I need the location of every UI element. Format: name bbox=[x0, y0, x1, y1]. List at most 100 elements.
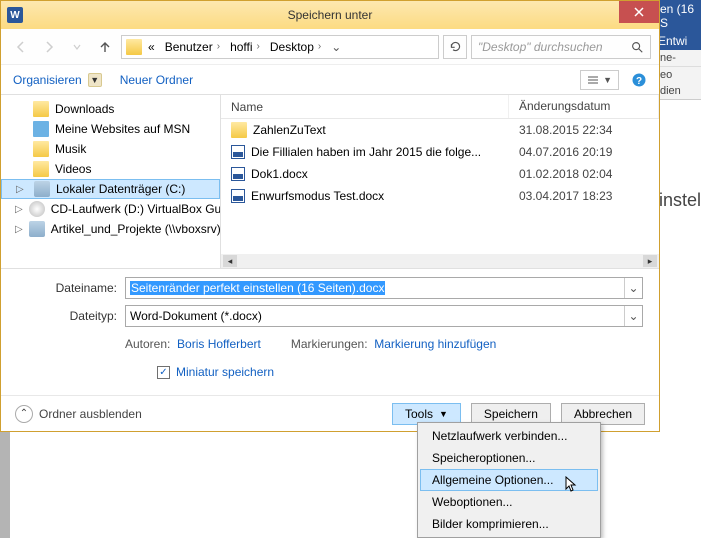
folder-icon bbox=[126, 39, 142, 55]
expand-caret-icon[interactable]: ▷ bbox=[16, 184, 28, 195]
blue-icon bbox=[33, 121, 49, 137]
tree-item-label: Lokaler Datenträger (C:) bbox=[56, 182, 185, 196]
file-date: 04.07.2016 20:19 bbox=[509, 145, 659, 159]
refresh-button[interactable] bbox=[443, 35, 467, 59]
yellow-icon bbox=[33, 141, 49, 157]
file-row[interactable]: Dok1.docx 01.02.2018 02:04 bbox=[221, 163, 659, 185]
chevron-down-icon bbox=[72, 42, 82, 52]
tree-item[interactable]: Videos bbox=[1, 159, 220, 179]
svg-text:?: ? bbox=[636, 76, 642, 87]
search-icon bbox=[630, 40, 644, 54]
word-doc-icon bbox=[231, 145, 245, 159]
menu-item[interactable]: Netzlaufwerk verbinden... bbox=[420, 425, 598, 447]
authors-label: Autoren: bbox=[125, 337, 170, 351]
thumbnail-label[interactable]: Miniatur speichern bbox=[176, 365, 274, 379]
word-doc-icon bbox=[231, 167, 245, 181]
tree-item-label: Meine Websites auf MSN bbox=[55, 122, 190, 136]
menu-item[interactable]: Allgemeine Optionen... bbox=[420, 469, 598, 491]
expand-caret-icon[interactable]: ▷ bbox=[15, 204, 23, 215]
tools-menu: Netzlaufwerk verbinden...Speicheroptione… bbox=[417, 422, 601, 538]
hide-folders-button[interactable]: ⌃ Ordner ausblenden bbox=[15, 405, 142, 423]
arrow-up-icon bbox=[98, 40, 112, 54]
titlebar[interactable]: W Speichern unter bbox=[1, 1, 659, 29]
breadcrumb-dropdown[interactable]: ⌄ bbox=[327, 40, 345, 54]
forward-button[interactable] bbox=[37, 35, 61, 59]
filetype-select[interactable]: Word-Dokument (*.docx) ⌄ bbox=[125, 305, 643, 327]
tree-item-label: Musik bbox=[55, 142, 86, 156]
search-placeholder: "Desktop" durchsuchen bbox=[478, 40, 603, 54]
scroll-right-icon[interactable]: ▸ bbox=[643, 255, 657, 267]
tags-label: Markierungen: bbox=[291, 337, 368, 351]
back-button[interactable] bbox=[9, 35, 33, 59]
filename-input[interactable]: Seitenränder perfekt einstellen (16 Seit… bbox=[125, 277, 643, 299]
toolbar: Organisieren ▼ Neuer Ordner ▼ ? bbox=[1, 65, 659, 95]
close-button[interactable] bbox=[619, 1, 659, 23]
organize-button[interactable]: Organisieren ▼ bbox=[13, 73, 102, 87]
breadcrumb[interactable]: « Benutzer› hoffi› Desktop› ⌄ bbox=[121, 35, 439, 59]
yellow-icon bbox=[33, 101, 49, 117]
bg-doc-title: en (16 S bbox=[656, 0, 701, 32]
cd-icon bbox=[29, 201, 45, 217]
tree-item[interactable]: ▷ Artikel_und_Projekte (\\vboxsrv) bbox=[1, 219, 220, 239]
new-folder-button[interactable]: Neuer Ordner bbox=[120, 73, 193, 87]
file-list-header[interactable]: Name Änderungsdatum bbox=[221, 95, 659, 119]
chevron-down-icon: ▼ bbox=[439, 409, 448, 419]
file-name: ZahlenZuText bbox=[253, 123, 326, 137]
filename-label: Dateiname: bbox=[17, 281, 117, 295]
file-date: 31.08.2015 22:34 bbox=[509, 123, 659, 137]
file-row[interactable]: ZahlenZuText 31.08.2015 22:34 bbox=[221, 119, 659, 141]
view-mode-button[interactable]: ▼ bbox=[580, 70, 619, 90]
close-icon bbox=[634, 7, 644, 17]
drive-icon bbox=[29, 221, 45, 237]
arrow-left-icon bbox=[13, 39, 29, 55]
dialog-title: Speichern unter bbox=[1, 8, 659, 22]
horizontal-scrollbar[interactable]: ◂ ▸ bbox=[221, 254, 659, 268]
scroll-left-icon[interactable]: ◂ bbox=[223, 255, 237, 267]
tags-add-link[interactable]: Markierung hinzufügen bbox=[374, 337, 496, 351]
bg-doc-text-1: instel bbox=[659, 190, 701, 211]
folder-icon bbox=[231, 122, 247, 138]
menu-item[interactable]: Weboptionen... bbox=[420, 491, 598, 513]
breadcrumb-seg[interactable]: hoffi› bbox=[226, 40, 264, 54]
search-input[interactable]: "Desktop" durchsuchen bbox=[471, 35, 651, 59]
file-date: 01.02.2018 02:04 bbox=[509, 167, 659, 181]
cursor-icon bbox=[565, 476, 577, 494]
recent-dropdown[interactable] bbox=[65, 35, 89, 59]
file-row[interactable]: Die Fillialen haben im Jahr 2015 die fol… bbox=[221, 141, 659, 163]
drive-icon bbox=[34, 181, 50, 197]
tree-item[interactable]: ▷ CD-Laufwerk (D:) VirtualBox Guest bbox=[1, 199, 220, 219]
tree-item-label: Artikel_und_Projekte (\\vboxsrv) bbox=[51, 222, 221, 236]
tree-item-label: CD-Laufwerk (D:) VirtualBox Guest bbox=[51, 202, 221, 216]
arrow-right-icon bbox=[41, 39, 57, 55]
breadcrumb-seg[interactable]: Benutzer› bbox=[161, 40, 224, 54]
tree-item[interactable]: Downloads bbox=[1, 99, 220, 119]
file-name: Dok1.docx bbox=[251, 167, 308, 181]
filename-dropdown[interactable]: ⌄ bbox=[624, 278, 642, 298]
tree-item[interactable]: Musik bbox=[1, 139, 220, 159]
file-list: Name Änderungsdatum ZahlenZuText 31.08.20… bbox=[221, 95, 659, 268]
file-name: Enwurfsmodus Test.docx bbox=[251, 189, 384, 203]
tree-item-label: Videos bbox=[55, 162, 91, 176]
expand-caret-icon[interactable]: ▷ bbox=[15, 224, 23, 235]
tree-item[interactable]: Meine Websites auf MSN bbox=[1, 119, 220, 139]
menu-item[interactable]: Bilder komprimieren... bbox=[420, 513, 598, 535]
chevron-down-icon: ▼ bbox=[88, 73, 102, 87]
bg-ribbon-tab: Entwi bbox=[656, 32, 701, 50]
tree-item[interactable]: ▷ Lokaler Datenträger (C:) bbox=[1, 179, 220, 199]
authors-value[interactable]: Boris Hofferbert bbox=[177, 337, 261, 351]
refresh-icon bbox=[449, 40, 462, 53]
menu-item[interactable]: Speicheroptionen... bbox=[420, 447, 598, 469]
file-row[interactable]: Enwurfsmodus Test.docx 03.04.2017 18:23 bbox=[221, 185, 659, 207]
filetype-label: Dateityp: bbox=[17, 309, 117, 323]
folder-tree[interactable]: Downloads Meine Websites auf MSN Musik Vide… bbox=[1, 95, 221, 268]
yellow-icon bbox=[33, 161, 49, 177]
file-date: 03.04.2017 18:23 bbox=[509, 189, 659, 203]
help-icon[interactable]: ? bbox=[631, 72, 647, 88]
breadcrumb-seg[interactable]: Desktop› bbox=[266, 40, 325, 54]
list-icon bbox=[587, 75, 599, 85]
filetype-dropdown[interactable]: ⌄ bbox=[624, 306, 642, 326]
thumbnail-checkbox[interactable]: ✓ bbox=[157, 366, 170, 379]
tree-item-label: Downloads bbox=[55, 102, 114, 116]
nav-row: « Benutzer› hoffi› Desktop› ⌄ "Desktop" … bbox=[1, 29, 659, 65]
up-button[interactable] bbox=[93, 35, 117, 59]
